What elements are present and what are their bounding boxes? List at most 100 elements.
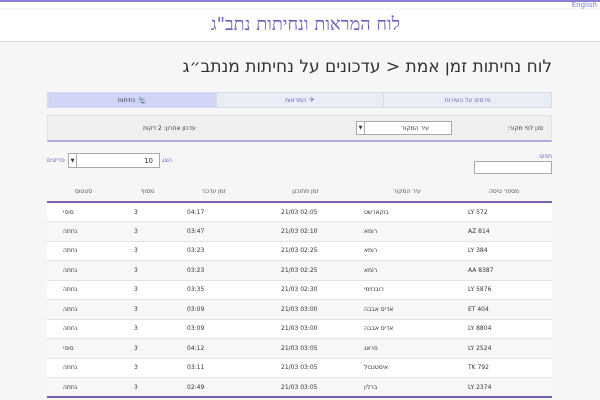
last-update-text: עדכון אחרון: 2 דקות xyxy=(143,125,196,132)
cell-terminal: 3 xyxy=(120,338,175,359)
table-row[interactable]: LY 5876 רובנזימי 21/03 02:30 03:35 3 נחתה xyxy=(47,280,552,300)
cell-origin: בוקארשט xyxy=(358,202,456,222)
tab-label: פרסים על השירות xyxy=(444,96,491,104)
cell-flight: LY 2374 xyxy=(456,377,552,398)
cell-terminal: 3 xyxy=(120,221,175,242)
cell-origin: רומא xyxy=(358,260,456,281)
filter-label: סנן לפי מקור: xyxy=(507,125,543,132)
table-row[interactable]: LY 8804 אדיס אבבה 21/03 03:00 03:09 3 נחתה xyxy=(47,319,552,339)
search-input[interactable] xyxy=(474,161,552,174)
cell-status: נחתה xyxy=(47,221,120,242)
table-row[interactable]: LY 2374 ברלין 21/03 03:05 02:49 3 נחתה xyxy=(47,377,552,398)
cell-updated: 04:12 xyxy=(175,338,253,359)
table-row[interactable]: AA 8387 רומא 21/03 02:25 03:23 3 נחתה xyxy=(47,260,552,281)
page-length-value: 10 xyxy=(144,157,153,165)
table-header-row: מספר טיסה עיר המקור זמן מתוכנן זמן עדכני… xyxy=(47,182,552,203)
cell-flight: ET 404 xyxy=(456,299,552,320)
column-header-scheduled[interactable]: זמן מתוכנן xyxy=(253,182,358,203)
cell-scheduled: 21/03 02:10 xyxy=(253,221,358,242)
column-header-updated[interactable]: זמן עדכני xyxy=(175,182,253,203)
cell-status: נחתה xyxy=(47,241,120,261)
cell-status: נחתה xyxy=(47,299,120,320)
cell-updated: 03:09 xyxy=(175,299,253,320)
site-header: לוח המראות ונחיתות נתב"ג xyxy=(0,10,600,42)
cell-updated: 03:09 xyxy=(175,319,253,339)
length-show-label: הצג xyxy=(162,157,172,164)
cell-scheduled: 21/03 02:05 xyxy=(253,202,358,222)
plane-landing-icon: 🛬 xyxy=(138,96,147,104)
cell-terminal: 3 xyxy=(120,260,175,281)
cell-scheduled: 21/03 03:05 xyxy=(253,338,358,359)
cell-scheduled: 21/03 02:25 xyxy=(253,241,358,261)
table-row[interactable]: LY 384 רומא 21/03 02:25 03:23 3 נחתה xyxy=(47,241,552,261)
flights-table: מספר טיסה עיר המקור זמן מתוכנן זמן עדכני… xyxy=(47,182,552,398)
page-length-select[interactable]: ▼ 10 xyxy=(68,153,160,168)
cell-flight: LY 384 xyxy=(456,241,552,261)
tab-label: נחיתות xyxy=(117,96,136,104)
search-label: חפש: xyxy=(538,153,552,160)
cell-terminal: 3 xyxy=(120,299,175,320)
cell-updated: 03:23 xyxy=(175,260,253,281)
column-header-status[interactable]: סטטוס xyxy=(47,182,120,203)
cell-scheduled: 21/03 03:00 xyxy=(253,299,358,320)
tab-service[interactable]: פרסים על השירות xyxy=(383,93,551,107)
cell-status: סופי xyxy=(47,338,120,359)
plane-takeoff-icon: ✈ xyxy=(309,96,315,104)
cell-flight: LY 572 xyxy=(456,202,552,222)
cell-terminal: 3 xyxy=(120,202,175,222)
cell-scheduled: 21/03 03:00 xyxy=(253,319,358,339)
tab-label: המראות xyxy=(285,96,307,104)
cell-scheduled: 21/03 02:25 xyxy=(253,260,358,281)
cell-updated: 03:35 xyxy=(175,280,253,300)
page-title: לוח נחיתות זמן אמת < עדכונים על נחיתות מ… xyxy=(182,57,552,77)
cell-scheduled: 21/03 03:05 xyxy=(253,377,358,398)
table-row[interactable]: ET 404 אדיס אבבה 21/03 03:00 03:09 3 נחתה xyxy=(47,299,552,320)
cell-origin: ברלין xyxy=(358,377,456,398)
cell-flight: AZ 814 xyxy=(456,221,552,242)
cell-flight: LY 2524 xyxy=(456,338,552,359)
cell-origin: רובנזימי xyxy=(358,280,456,300)
table-row[interactable]: TK 792 איסטנבול 21/03 03:05 03:11 3 נחתה xyxy=(47,358,552,378)
cell-flight: LY 8804 xyxy=(456,319,552,339)
cell-status: סופי xyxy=(47,202,120,222)
cell-status: נחתה xyxy=(47,260,120,281)
cell-origin: רומא xyxy=(358,221,456,242)
cell-origin: אדיס אבבה xyxy=(358,299,456,320)
table-row[interactable]: LY 572 בוקארשט 21/03 02:05 04:17 3 סופי xyxy=(47,202,552,222)
cell-flight: AA 8387 xyxy=(456,260,552,281)
cell-flight: TK 792 xyxy=(456,358,552,378)
cell-status: נחתה xyxy=(47,319,120,339)
top-bar: English xyxy=(0,0,600,9)
site-title[interactable]: לוח המראות ונחיתות נתב"ג xyxy=(211,14,400,35)
cell-terminal: 3 xyxy=(120,280,175,300)
cell-terminal: 3 xyxy=(120,241,175,261)
column-header-flight[interactable]: מספר טיסה xyxy=(456,182,552,203)
cell-terminal: 3 xyxy=(120,358,175,378)
tab-arrivals[interactable]: 🛬 נחיתות xyxy=(47,93,216,107)
cell-status: נחתה xyxy=(47,280,120,300)
cell-origin: איסטנבול xyxy=(358,358,456,378)
cell-updated: 03:47 xyxy=(175,221,253,242)
cell-status: נחתה xyxy=(47,358,120,378)
length-items-label: פריטים xyxy=(47,157,65,164)
cell-origin: אדיס אבבה xyxy=(358,319,456,339)
table-row[interactable]: LY 2524 פראג 21/03 03:05 04:12 3 סופי xyxy=(47,338,552,359)
table-row[interactable]: AZ 814 רומא 21/03 02:10 03:47 3 נחתה xyxy=(47,221,552,242)
column-header-terminal[interactable]: מסוף xyxy=(120,182,175,203)
column-header-origin[interactable]: עיר המקור xyxy=(358,182,456,203)
cell-updated: 03:11 xyxy=(175,358,253,378)
cell-scheduled: 21/03 02:30 xyxy=(253,280,358,300)
chevron-down-icon: ▼ xyxy=(357,122,365,134)
origin-filter-select[interactable]: ▼ עיר המקור xyxy=(356,121,452,135)
filter-bar: סנן לפי מקור: ▼ עיר המקור עדכון אחרון: 2… xyxy=(47,115,552,142)
cell-terminal: 3 xyxy=(120,377,175,398)
language-link[interactable]: English xyxy=(572,1,597,9)
cell-origin: רומא xyxy=(358,241,456,261)
chevron-down-icon: ▼ xyxy=(69,154,77,167)
cell-updated: 03:23 xyxy=(175,241,253,261)
tab-departures[interactable]: ✈ המראות xyxy=(215,93,384,107)
cell-status: נחתה xyxy=(47,377,120,398)
cell-terminal: 3 xyxy=(120,319,175,339)
cell-updated: 04:17 xyxy=(175,202,253,222)
tab-bar: פרסים על השירות ✈ המראות 🛬 נחיתות xyxy=(47,92,552,108)
